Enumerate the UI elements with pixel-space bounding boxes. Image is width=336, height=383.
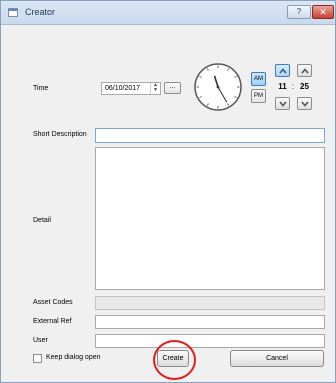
- asset-codes-input: [95, 296, 325, 310]
- analog-clock: [194, 63, 242, 111]
- title-bar[interactable]: Creator ? ✕: [1, 1, 335, 25]
- spin-down-icon[interactable]: ▼: [151, 88, 160, 93]
- pm-button[interactable]: PM: [251, 89, 266, 103]
- help-button[interactable]: ?: [287, 5, 311, 19]
- time-label: Time: [33, 85, 49, 92]
- short-description-input[interactable]: [95, 128, 325, 143]
- hour-value[interactable]: 11: [275, 82, 290, 91]
- short-description-label: Short Description: [33, 131, 87, 138]
- hour-down-button[interactable]: [275, 97, 290, 110]
- user-label: User: [33, 337, 48, 344]
- external-ref-input[interactable]: [95, 315, 325, 329]
- window-icon: [8, 8, 18, 17]
- user-input[interactable]: [95, 334, 325, 348]
- chevron-down-icon: [279, 101, 287, 107]
- detail-label: Detail: [33, 217, 51, 224]
- asset-codes-label: Asset Codes: [33, 299, 73, 306]
- minute-up-button[interactable]: [297, 64, 312, 77]
- minute-down-button[interactable]: [297, 97, 312, 110]
- creator-dialog: Creator ? ✕ Time 06/10/2017 ▲ ▼ ... AM P…: [0, 0, 336, 383]
- chevron-up-icon: [279, 68, 287, 74]
- keep-dialog-open-checkbox[interactable]: [33, 354, 42, 363]
- hour-up-button[interactable]: [275, 64, 290, 77]
- chevron-up-icon: [301, 68, 309, 74]
- window-title: Creator: [25, 7, 56, 17]
- time-separator: :: [291, 82, 295, 91]
- cancel-button[interactable]: Cancel: [230, 350, 324, 367]
- minute-value[interactable]: 25: [297, 82, 312, 91]
- close-button[interactable]: ✕: [312, 5, 334, 19]
- external-ref-label: External Ref: [33, 318, 72, 325]
- detail-textarea[interactable]: [95, 147, 325, 290]
- date-picker-button[interactable]: ...: [164, 82, 181, 94]
- keep-dialog-open-label[interactable]: Keep dialog open: [46, 354, 101, 361]
- am-button[interactable]: AM: [251, 72, 266, 86]
- create-button-highlight-circle: [153, 340, 196, 380]
- date-spinner[interactable]: ▲ ▼: [150, 83, 160, 94]
- chevron-down-icon: [301, 101, 309, 107]
